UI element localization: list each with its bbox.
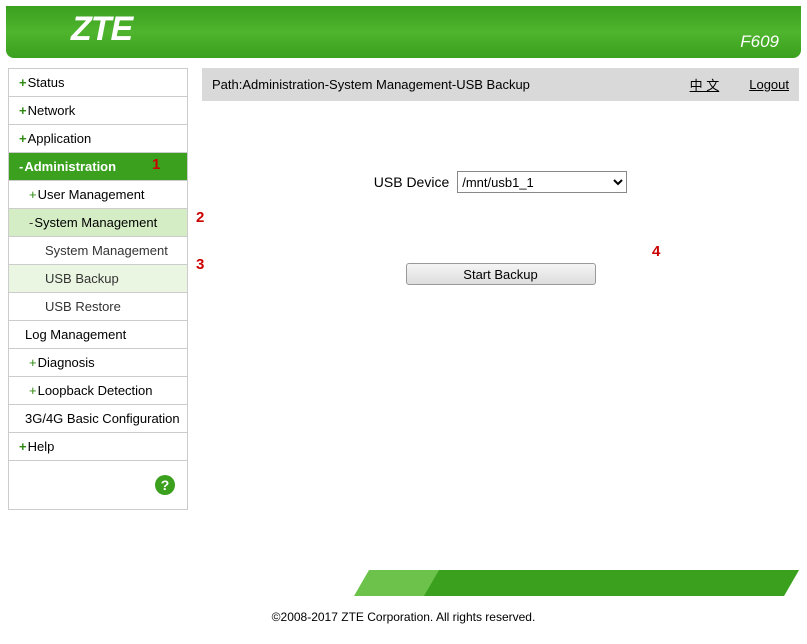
subnav-system-management[interactable]: -System Management [9, 209, 187, 237]
subnav-diagnosis[interactable]: +Diagnosis [9, 349, 187, 377]
path-text: Path:Administration-System Management-US… [212, 77, 660, 92]
subsubnav-usb-backup[interactable]: USB Backup [9, 265, 187, 293]
copyright: ©2008-2017 ZTE Corporation. All rights r… [0, 596, 807, 644]
model-label: F609 [740, 32, 779, 52]
subnav-log-management[interactable]: Log Management [9, 321, 187, 349]
help-icon[interactable]: ? [155, 475, 175, 495]
main-content: Path:Administration-System Management-US… [202, 68, 799, 510]
nav-label: Help [28, 439, 55, 454]
nav-administration[interactable]: -Administration [9, 153, 187, 181]
nav-label: Application [28, 131, 92, 146]
nav-network[interactable]: +Network [9, 97, 187, 125]
subnav-label: Diagnosis [38, 355, 95, 370]
subnav-label: System Management [34, 215, 157, 230]
subnav-3g4g-config[interactable]: 3G/4G Basic Configuration [9, 405, 187, 433]
subnav-label: Loopback Detection [38, 383, 153, 398]
usb-device-select[interactable]: /mnt/usb1_1 [457, 171, 627, 193]
nav-label: Status [28, 75, 65, 90]
header: ZTE F609 [6, 6, 801, 58]
sidebar: +Status +Network +Application -Administr… [8, 68, 188, 510]
nav-application[interactable]: +Application [9, 125, 187, 153]
breadcrumb: Path:Administration-System Management-US… [202, 68, 799, 101]
usb-device-label: USB Device [374, 174, 449, 190]
subsubnav-system-management[interactable]: System Management [9, 237, 187, 265]
subnav-loopback-detection[interactable]: +Loopback Detection [9, 377, 187, 405]
nav-help[interactable]: +Help [9, 433, 187, 461]
language-link[interactable]: 中 文 [690, 75, 720, 94]
subnav-user-management[interactable]: +User Management [9, 181, 187, 209]
nav-status[interactable]: +Status [9, 69, 187, 97]
footer-stripe [8, 570, 799, 596]
nav-label: Network [28, 103, 76, 118]
subnav-label: User Management [38, 187, 145, 202]
nav-label: Administration [24, 159, 116, 174]
subsubnav-usb-restore[interactable]: USB Restore [9, 293, 187, 321]
logout-link[interactable]: Logout [749, 77, 789, 92]
brand-logo: ZTE [71, 10, 132, 49]
start-backup-button[interactable]: Start Backup [406, 263, 596, 285]
